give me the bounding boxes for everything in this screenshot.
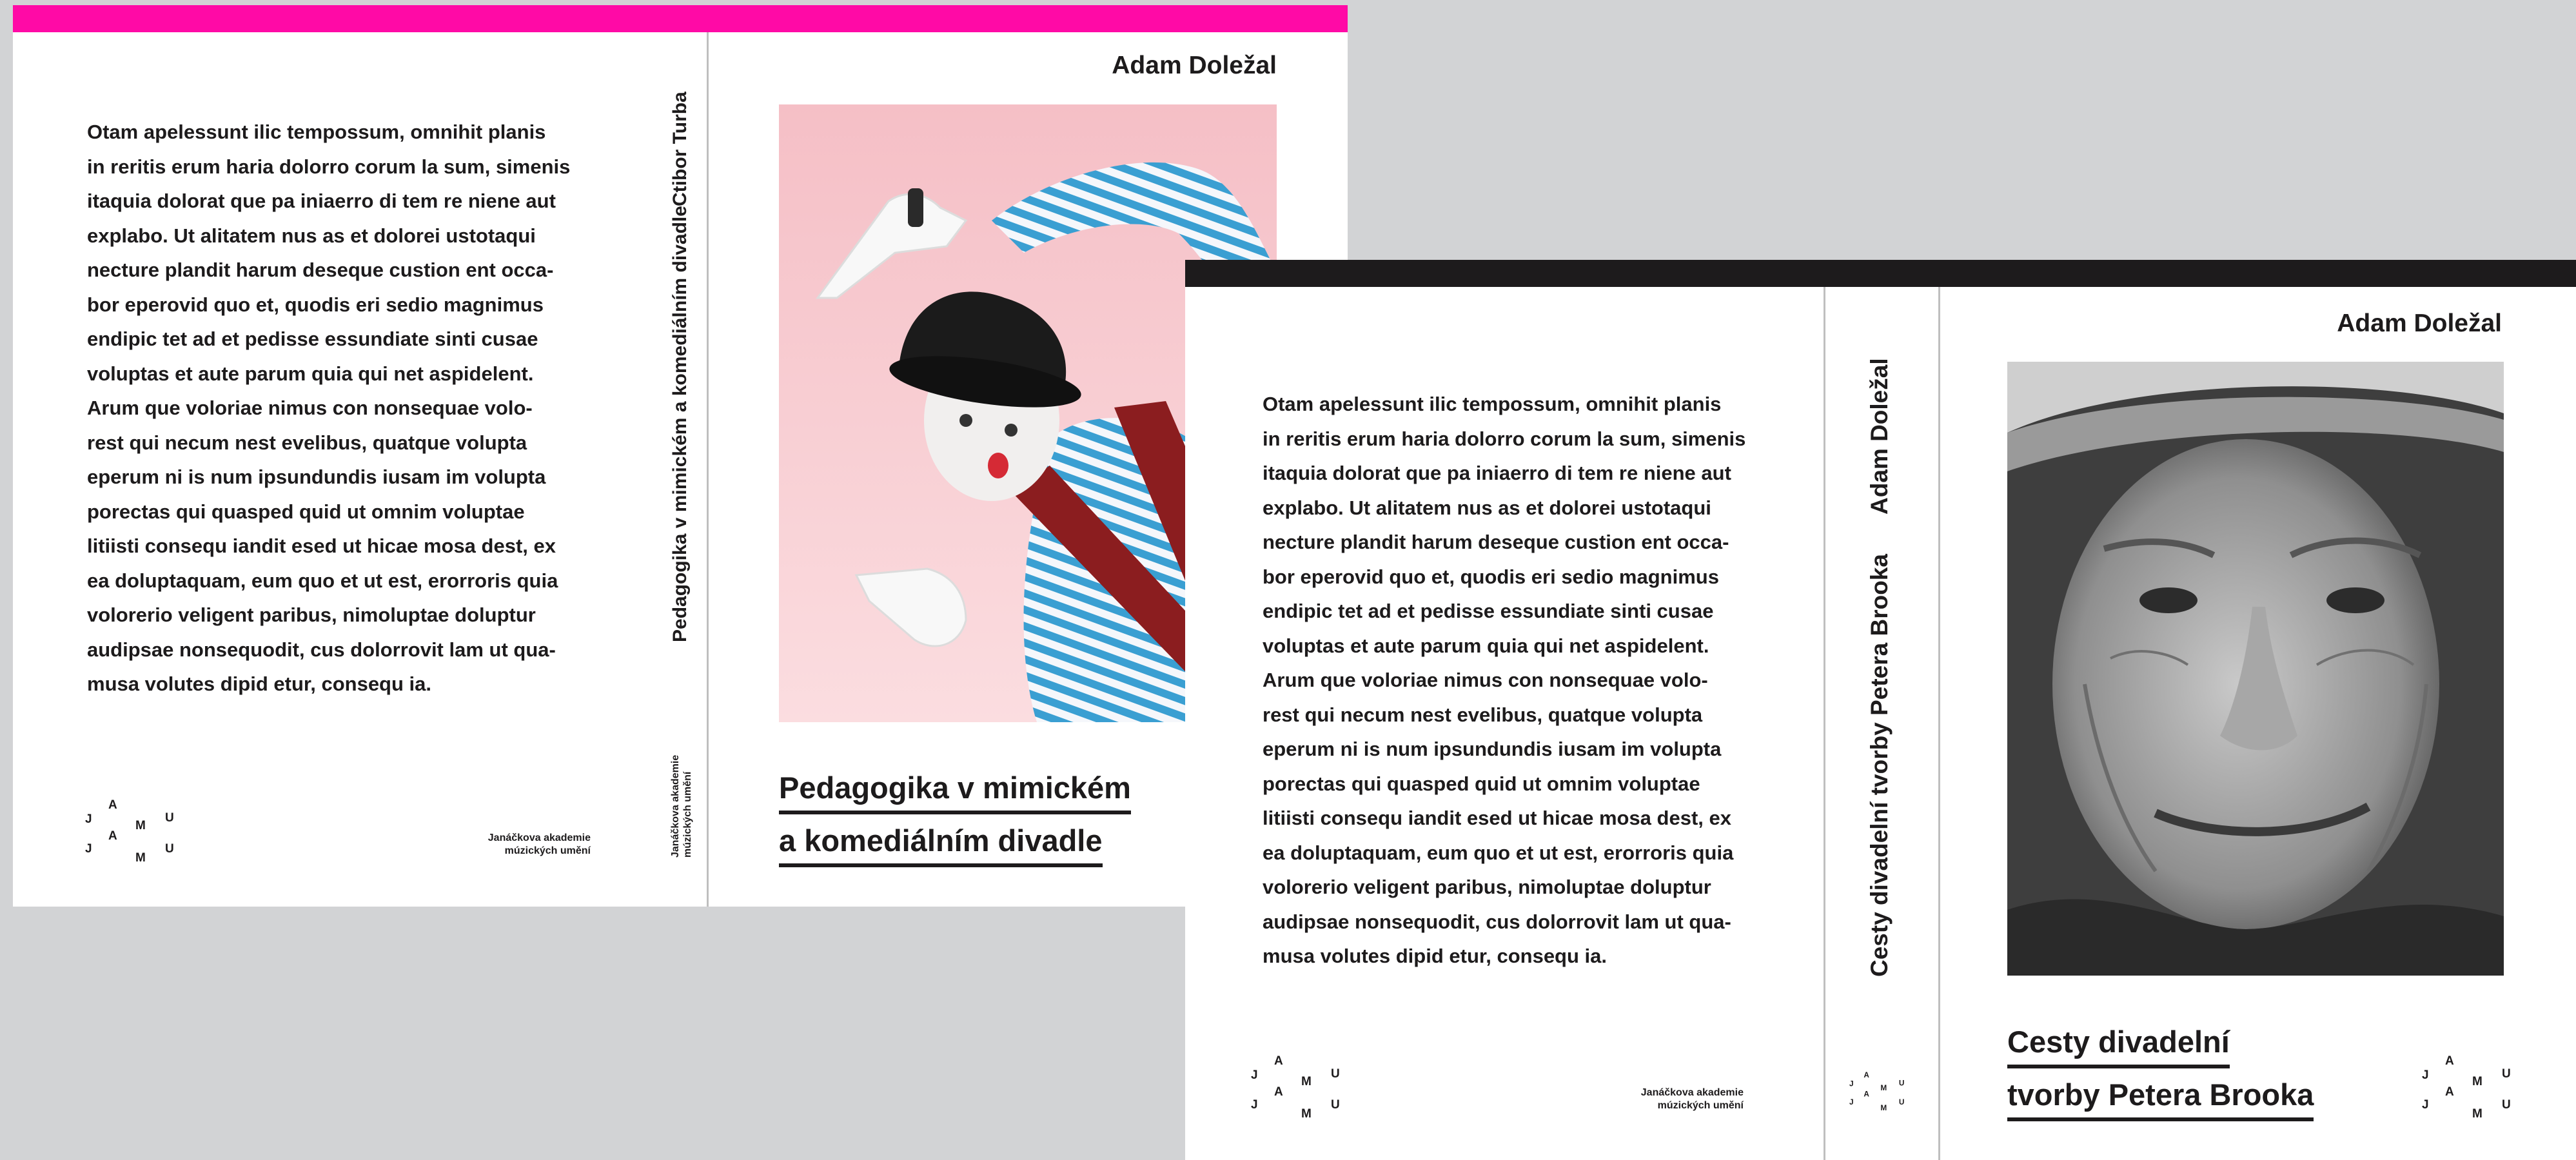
front-jamu-logo: J A M U J A M U <box>2422 1054 2511 1121</box>
title-line-1: Cesty divadelní <box>2007 1022 2230 1068</box>
accent-bar-black <box>1185 260 2576 287</box>
jamu-logo: J A M U J A M U <box>1251 1054 1340 1121</box>
publisher-name: Janáčkova akademie múzických umění <box>1640 1087 1744 1111</box>
book-cover-brook: Otam apelessunt ilic tempossum, omnihit … <box>1185 260 2576 1160</box>
spine-jamu-logo: J A M U J A M U <box>1849 1071 1905 1112</box>
book-cover-mimic: Otam apelessunt ilic tempossum, omnihit … <box>13 5 1348 907</box>
publisher-name: Janáčkova akademie múzických umění <box>487 832 591 856</box>
jamu-logo: J A M U J A M U <box>85 798 174 865</box>
title-line-2: a komediálním divadle <box>779 821 1103 867</box>
portrait-photo <box>2007 362 2504 976</box>
back-cover-blurb: Otam apelessunt ilic tempossum, omnihit … <box>1263 393 1746 967</box>
spine-author: Ctibor Turba <box>669 92 691 206</box>
accent-bar-pink <box>13 5 1348 32</box>
spine-fold-line-right <box>1938 287 1940 1160</box>
cover-author: Adam Doležal <box>2337 310 2502 337</box>
spine-publisher: Janáčkova akademie múzických umění <box>670 754 693 858</box>
cover-title: Cesty divadelní tvorby Petera Brooka <box>2007 1017 2368 1123</box>
title-line-2: tvorby Petera Brooka <box>2007 1075 2314 1121</box>
spine-title: Cesty divadelní tvorby Petera Brooka <box>1866 554 1893 977</box>
spine-fold-line-left <box>1824 287 1825 1160</box>
back-cover-blurb: Otam apelessunt ilic tempossum, omnihit … <box>87 121 571 695</box>
cover-author: Adam Doležal <box>1112 52 1277 79</box>
title-line-1: Pedagogika v mimickém <box>779 768 1131 814</box>
spine-author: Adam Doležal <box>1866 358 1893 515</box>
spine-fold-line <box>707 32 709 907</box>
spine-title: Pedagogika v mimickém a komediálním diva… <box>669 206 691 642</box>
